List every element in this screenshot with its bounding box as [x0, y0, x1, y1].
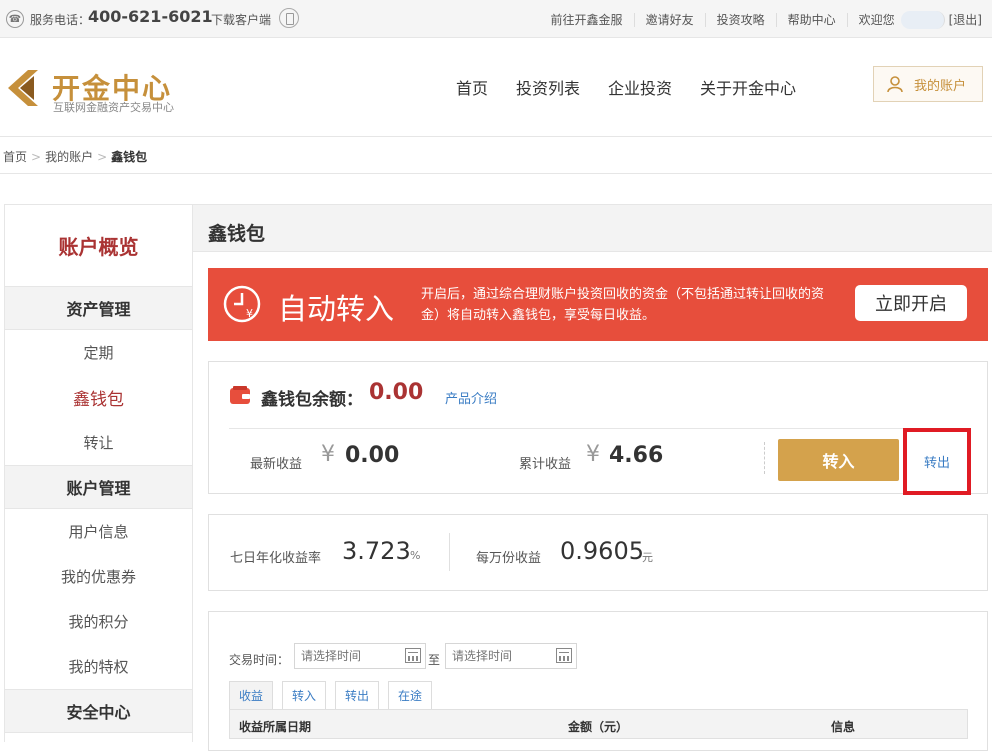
per-10k-earnings-unit: 元 — [642, 551, 653, 564]
column-header-amount: 金额（元） — [568, 720, 629, 734]
per-10k-earnings-label: 每万份收益 — [476, 551, 542, 566]
my-account-button[interactable]: 我的账户 — [873, 66, 983, 102]
divider — [0, 173, 992, 174]
sidebar-item-privileges[interactable]: 我的特权 — [5, 644, 192, 689]
tab-earnings[interactable]: 收益 — [229, 681, 274, 709]
sidebar-item-coupons[interactable]: 我的优惠券 — [5, 554, 192, 599]
page-header: 鑫钱包 — [193, 204, 992, 252]
sidebar-group-account-management: 账户管理 — [5, 465, 192, 509]
transaction-tabs: 收益 转入 转出 在途 — [229, 681, 441, 709]
breadcrumb-home[interactable]: 首页 — [3, 150, 27, 164]
logo-icon[interactable] — [4, 68, 44, 108]
tab-transfer-in[interactable]: 转入 — [282, 681, 327, 709]
tab-transfer-out[interactable]: 转出 — [335, 681, 380, 709]
divider — [449, 533, 450, 571]
seven-day-yield-value: 3.723 — [342, 537, 411, 565]
breadcrumb-current: 鑫钱包 — [111, 150, 148, 164]
yen-symbol: ¥ — [586, 442, 600, 467]
seven-day-yield-label: 七日年化收益率 — [230, 551, 322, 566]
service-label: 服务电话： — [30, 13, 91, 27]
sidebar-group-security-center: 安全中心 — [5, 689, 192, 733]
sidebar-item-xin-wallet[interactable]: 鑫钱包 — [5, 375, 192, 420]
column-header-date: 收益所属日期 — [239, 720, 312, 734]
nav-home[interactable]: 首页 — [456, 75, 488, 99]
cumulative-earnings-label: 累计收益 — [519, 457, 572, 472]
nav-about[interactable]: 关于开金中心 — [700, 75, 796, 99]
sidebar-title-account-overview[interactable]: 账户概览 — [5, 205, 192, 286]
nav-enterprise-investment[interactable]: 企业投资 — [608, 75, 672, 99]
link-help-center[interactable]: 帮助中心 — [777, 13, 848, 27]
link-kaixin-jinfu[interactable]: 前往开鑫金服 — [540, 13, 635, 27]
transfer-out-link[interactable]: 转出 — [903, 428, 971, 495]
breadcrumb: 首页 > 我的账户 > 鑫钱包 — [3, 148, 147, 165]
calendar-icon[interactable] — [556, 648, 572, 663]
breadcrumb-my-account[interactable]: 我的账户 — [45, 150, 93, 164]
logo-subtitle: 互联网金融资产交易中心 — [53, 101, 174, 114]
sidebar: 账户概览 资产管理 定期 鑫钱包 转让 账户管理 用户信息 我的优惠券 我的积分… — [4, 204, 193, 742]
divider — [229, 428, 969, 429]
table-header: 收益所属日期 金额（元） 信息 — [229, 709, 968, 739]
product-intro-link[interactable]: 产品介绍 — [445, 388, 497, 407]
wallet-icon — [230, 386, 250, 404]
sidebar-item-transfer[interactable]: 转让 — [5, 420, 192, 465]
to-label: 至 — [428, 653, 441, 667]
yield-panel: 七日年化收益率 3.723 % 每万份收益 0.9605 元 — [208, 514, 988, 591]
nav-investment-list[interactable]: 投资列表 — [516, 75, 580, 99]
sidebar-item-points[interactable]: 我的积分 — [5, 599, 192, 644]
wallet-balance-panel: 鑫钱包余额： 0.00 产品介绍 最新收益 ¥ 0.00 累计收益 ¥ 4.66… — [208, 361, 988, 495]
welcome-text: 欢迎您 — [858, 13, 895, 27]
latest-earnings-label: 最新收益 — [250, 457, 303, 472]
clock-yen-icon: ¥ — [223, 285, 261, 323]
page-title: 鑫钱包 — [208, 223, 266, 245]
seven-day-yield-unit: % — [410, 549, 421, 562]
calendar-icon[interactable] — [405, 648, 421, 663]
auto-transfer-banner: ¥ 自动转入 开启后，通过综合理财账户投资回收的资金（不包括通过转让回收的资金）… — [208, 268, 988, 341]
per-10k-earnings-value: 0.9605 — [560, 537, 644, 565]
link-invite-friends[interactable]: 邀请好友 — [635, 13, 706, 27]
link-investment-guide[interactable]: 投资攻略 — [706, 13, 777, 27]
banner-description: 开启后，通过综合理财账户投资回收的资金（不包括通过转让回收的资金）将自动转入鑫钱… — [421, 287, 825, 323]
balance-label: 鑫钱包余额： — [261, 390, 363, 410]
user-icon — [887, 76, 903, 93]
main-nav: 首页 投资列表 企业投资 关于开金中心 — [442, 75, 810, 99]
top-bar: ☎ 服务电话： 400-621-6021 下载客户端 前往开鑫金服 邀请好友 投… — [0, 0, 992, 38]
transactions-panel: 交易时间： 至 收益 转入 转出 在途 收益所属日期 金额（元） 信息 — [208, 611, 988, 751]
logout-link[interactable]: [退出] — [949, 13, 982, 27]
phone-icon: ☎ — [6, 10, 24, 28]
breadcrumb-separator: > — [97, 150, 108, 164]
username-masked — [900, 11, 945, 29]
sidebar-item-user-info[interactable]: 用户信息 — [5, 509, 192, 554]
cumulative-earnings-value: 4.66 — [609, 443, 664, 468]
site-header: 开金中心 互联网金融资产交易中心 首页 投资列表 企业投资 关于开金中心 我的账… — [0, 39, 992, 137]
enable-now-button[interactable]: 立即开启 — [855, 285, 967, 321]
download-client-link[interactable]: 下载客户端 — [211, 11, 271, 28]
top-links: 前往开鑫金服 邀请好友 投资攻略 帮助中心 欢迎您 [退出] — [540, 11, 982, 29]
service-phone: 400-621-6021 — [88, 7, 213, 26]
latest-earnings-value: 0.00 — [345, 443, 400, 468]
banner-title: 自动转入 — [278, 292, 395, 326]
sidebar-item-fixed-term[interactable]: 定期 — [5, 330, 192, 375]
balance-value: 0.00 — [369, 380, 424, 405]
transfer-in-button[interactable]: 转入 — [778, 439, 899, 481]
tab-in-transit[interactable]: 在途 — [388, 681, 433, 709]
svg-text:¥: ¥ — [246, 307, 253, 320]
transaction-time-label: 交易时间： — [229, 653, 290, 667]
sidebar-group-asset-management: 资产管理 — [5, 286, 192, 330]
breadcrumb-separator: > — [31, 150, 42, 164]
column-header-info: 信息 — [831, 720, 856, 734]
mobile-icon[interactable] — [279, 8, 299, 28]
my-account-label: 我的账户 — [914, 78, 967, 94]
yen-symbol: ¥ — [321, 442, 335, 467]
divider — [764, 442, 765, 474]
